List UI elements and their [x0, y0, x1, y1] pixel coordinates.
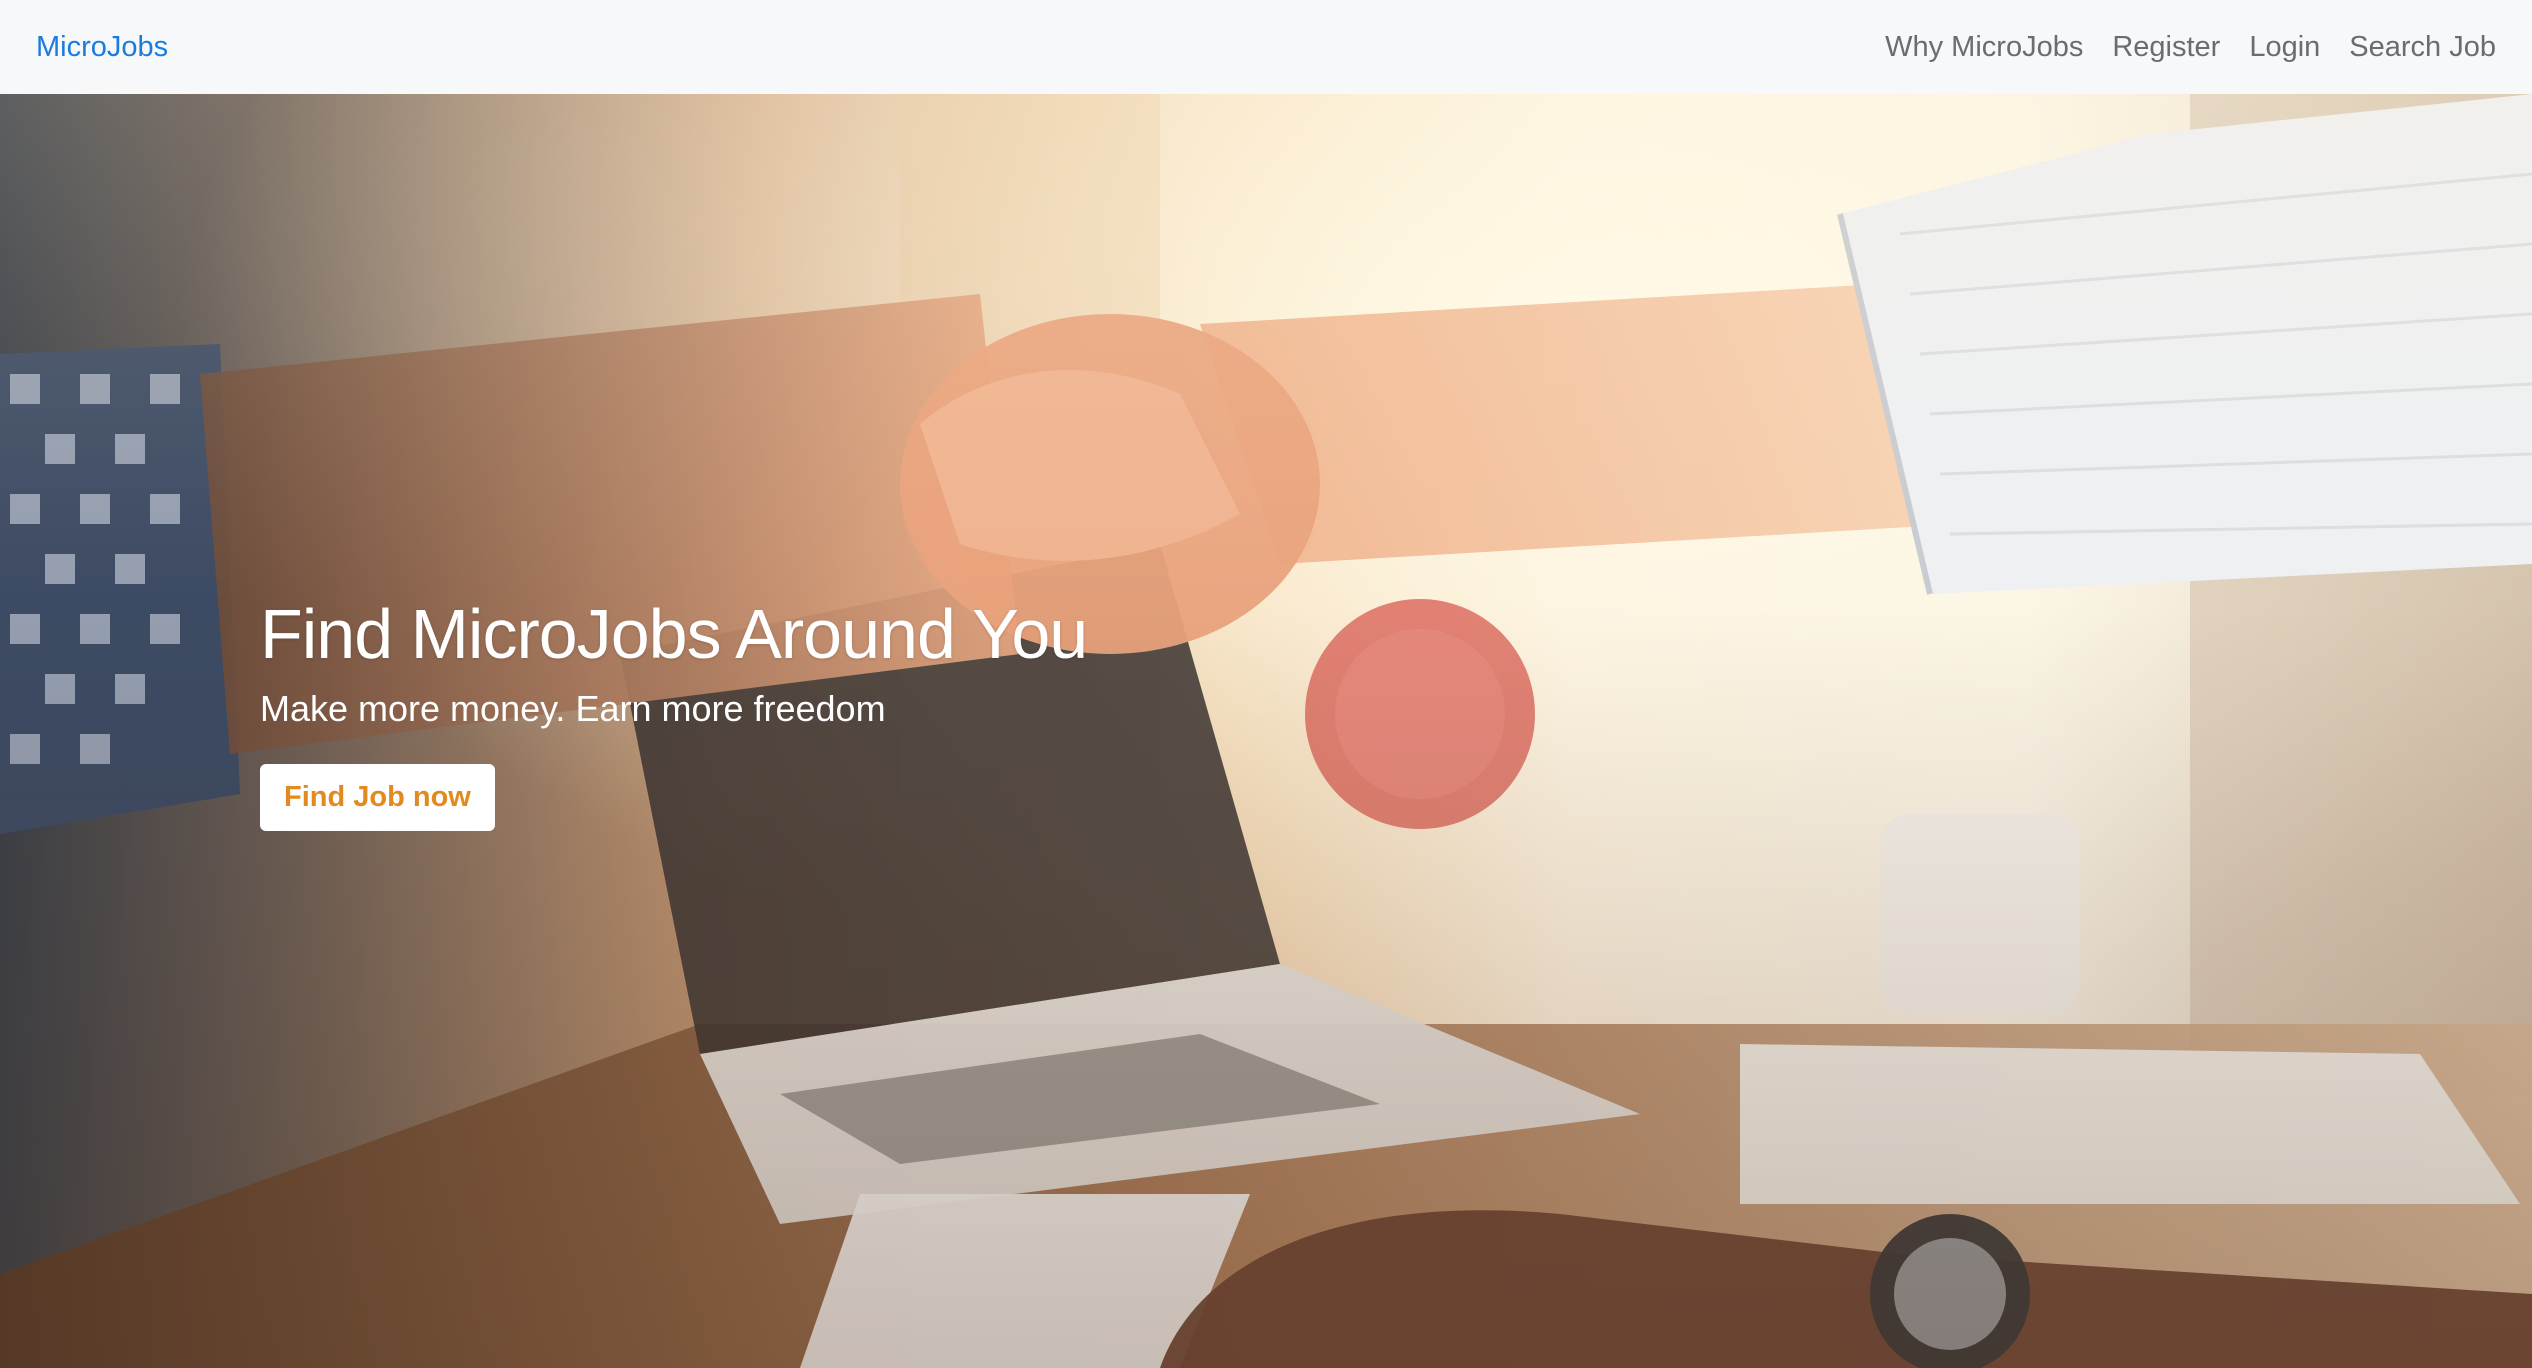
find-job-now-button[interactable]: Find Job now: [260, 764, 495, 831]
nav-link-register[interactable]: Register: [2112, 31, 2220, 64]
nav-link-search-job[interactable]: Search Job: [2349, 31, 2496, 64]
top-navbar: MicroJobs Why MicroJobs Register Login S…: [0, 0, 2532, 94]
brand-logo-link[interactable]: MicroJobs: [36, 31, 168, 64]
hero-subtitle: Make more money. Earn more freedom: [260, 688, 886, 729]
hero-section: Find MicroJobs Around You Make more mone…: [0, 94, 2532, 1368]
hero-content: Find MicroJobs Around You Make more mone…: [260, 594, 1088, 831]
nav-link-login[interactable]: Login: [2249, 31, 2320, 64]
hero-title: Find MicroJobs Around You: [260, 595, 1088, 673]
nav-links: Why MicroJobs Register Login Search Job: [1885, 31, 2496, 64]
nav-link-why-microjobs[interactable]: Why MicroJobs: [1885, 31, 2083, 64]
